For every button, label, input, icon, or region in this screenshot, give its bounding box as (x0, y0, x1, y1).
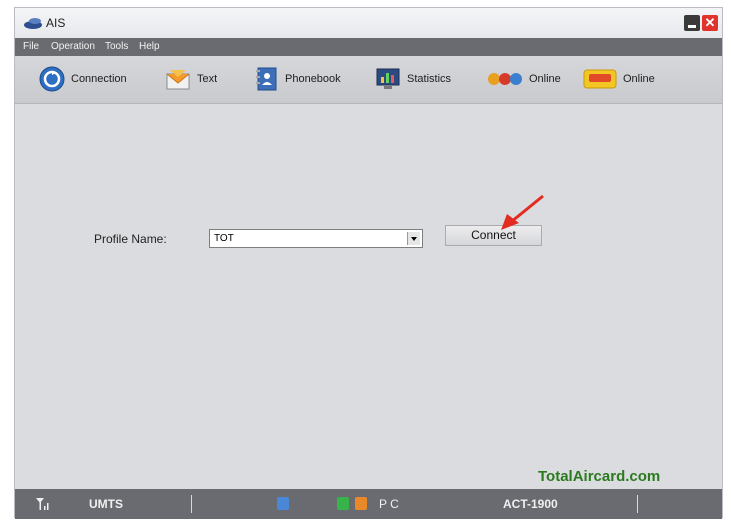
toolbar-label: Connection (71, 73, 127, 85)
network-connection-icon (277, 497, 289, 510)
toolbar-text[interactable]: Text (165, 64, 217, 94)
toolbar-online-1[interactable]: Online (487, 64, 561, 94)
window-title: AIS (46, 16, 66, 30)
toolbar-label: Online (529, 73, 561, 85)
profile-name-label: Profile Name: (94, 232, 167, 246)
toolbar-online-2[interactable]: Online (583, 64, 655, 94)
connection-icon (39, 66, 65, 92)
phonebook-icon (256, 67, 277, 91)
menu-bar: File Operation Tools Help (15, 38, 722, 56)
toolbar-connection[interactable]: Connection (39, 64, 127, 94)
signal-icon (36, 498, 49, 510)
minimize-icon[interactable] (684, 15, 700, 31)
toolbar-statistics[interactable]: Statistics (375, 64, 451, 94)
close-icon[interactable]: ✕ (702, 15, 718, 31)
status-divider (191, 495, 192, 513)
watermark: TotalAircard.com (538, 468, 661, 485)
menu-help[interactable]: Help (139, 41, 160, 52)
profile-name-value: TOT (214, 233, 234, 244)
toolbar-phonebook[interactable]: Phonebook (253, 64, 341, 94)
device-model: ACT-1900 (503, 497, 558, 511)
online-2-icon (583, 69, 617, 89)
app-window: AIS ✕ File Operation Tools Help Connecti… (14, 7, 723, 519)
status-divider (637, 495, 638, 513)
annotation-arrow-icon (501, 194, 544, 230)
app-logo-icon (24, 18, 42, 29)
sim-card-icon (337, 497, 349, 510)
connection-mode: P C (379, 497, 399, 511)
menu-file[interactable]: File (23, 41, 39, 52)
toolbar-label: Online (623, 73, 655, 85)
title-bar: AIS ✕ (15, 8, 722, 38)
menu-operation[interactable]: Operation (51, 41, 95, 52)
main-content: Profile Name: TOT Connect (15, 104, 722, 489)
status-bar: UMTS P C ACT-1900 (15, 489, 722, 519)
toolbar: Connection Text Phonebook Statistics Onl… (15, 56, 722, 104)
envelope-icon (166, 70, 190, 90)
toolbar-label: Statistics (407, 73, 452, 85)
profile-name-select[interactable]: TOT (209, 229, 423, 248)
toolbar-label: Text (197, 73, 218, 85)
online-icon (488, 73, 522, 85)
contact-icon (355, 497, 367, 510)
statistics-icon (376, 68, 400, 89)
network-type: UMTS (89, 497, 123, 511)
toolbar-label: Phonebook (285, 73, 341, 85)
menu-tools[interactable]: Tools (105, 41, 128, 52)
chevron-down-icon[interactable] (407, 232, 420, 245)
